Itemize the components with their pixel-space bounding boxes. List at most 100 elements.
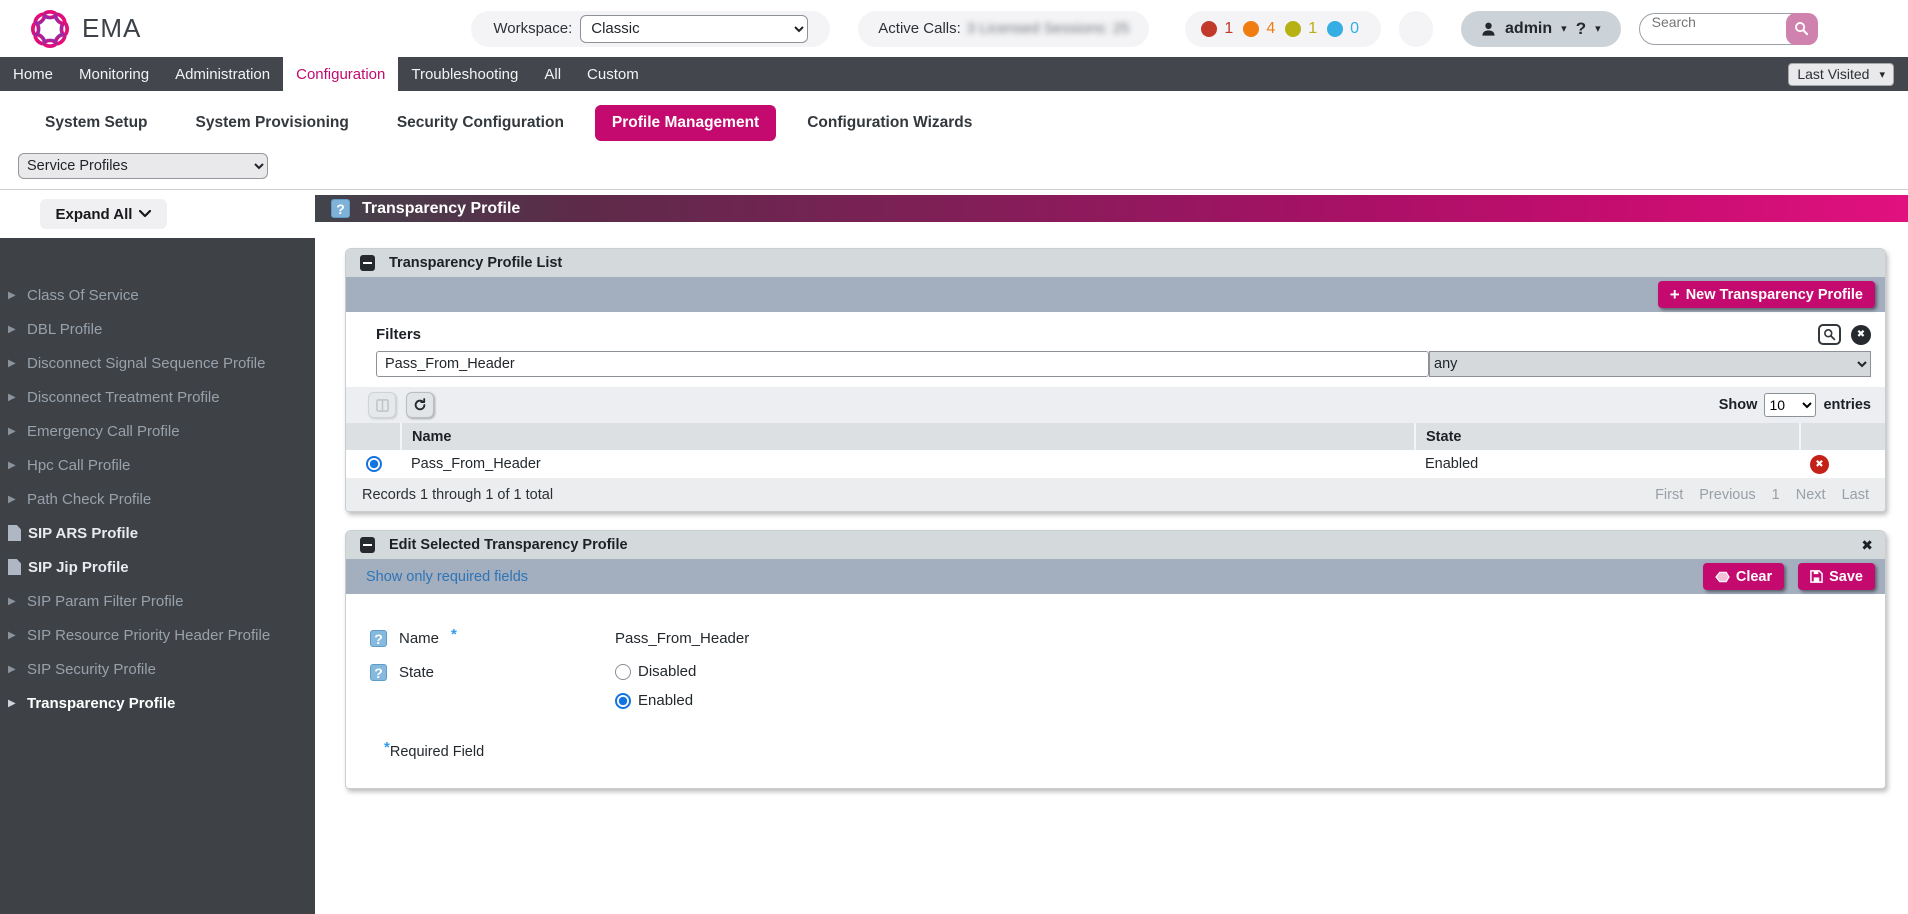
search-button[interactable] [1786, 13, 1818, 45]
page-help-icon[interactable]: ? [331, 199, 350, 218]
collapse-panel-icon[interactable] [360, 537, 375, 553]
tree-arrow-icon: ▶ [8, 460, 27, 471]
table-row[interactable]: Pass_From_Header Enabled ✖ [346, 450, 1885, 478]
sidebar-item-class-of-service[interactable]: ▶Class Of Service [0, 278, 315, 312]
collapse-panel-icon[interactable] [360, 255, 375, 271]
expand-all-button[interactable]: Expand All [40, 199, 167, 229]
sidebar-item-disconnect-treatment-profile[interactable]: ▶Disconnect Treatment Profile [0, 380, 315, 414]
main-content: ? Transparency Profile Transparency Prof… [315, 190, 1908, 914]
sidebar: Expand All ▶Class Of Service ▶DBL Profil… [0, 190, 315, 914]
edit-panel-header: Edit Selected Transparency Profile ✖ [346, 531, 1885, 559]
filters-row: Filters ✖ [346, 312, 1885, 345]
tree-arrow-icon: ▶ [8, 664, 27, 675]
new-transparency-profile-button[interactable]: + New Transparency Profile [1658, 281, 1875, 308]
help-icon[interactable]: ? [1576, 19, 1586, 39]
subnav-system-setup[interactable]: System Setup [28, 105, 165, 141]
sidebar-item-disconnect-signal-sequence-profile[interactable]: ▶Disconnect Signal Sequence Profile [0, 346, 315, 380]
nav-item-troubleshooting[interactable]: Troubleshooting [398, 57, 531, 91]
pagination: First Previous 1 Next Last [1655, 487, 1869, 503]
tree-arrow-icon: ▶ [8, 358, 27, 369]
list-panel-title: Transparency Profile List [389, 255, 562, 271]
help-chevron-down-icon[interactable]: ▾ [1595, 22, 1601, 35]
pagination-page-1[interactable]: 1 [1772, 487, 1780, 503]
info-alarm-icon[interactable] [1327, 21, 1343, 37]
pagination-previous[interactable]: Previous [1699, 487, 1755, 503]
major-alarm-icon[interactable] [1243, 21, 1259, 37]
close-panel-icon[interactable]: ✖ [1861, 537, 1873, 554]
profile-category-select[interactable]: Service Profiles [18, 153, 268, 179]
list-panel-toolbar-band: + New Transparency Profile [346, 277, 1885, 312]
row-select-radio[interactable] [366, 456, 382, 472]
name-field-label: Name [399, 630, 439, 647]
columns-icon [376, 399, 389, 412]
subnav-profile-management[interactable]: Profile Management [595, 105, 776, 141]
clear-button[interactable]: Clear [1703, 563, 1784, 590]
plus-icon: + [1670, 285, 1680, 305]
required-asterisk: * [384, 739, 390, 756]
sidebar-item-path-check-profile[interactable]: ▶Path Check Profile [0, 482, 315, 516]
nav-item-monitoring[interactable]: Monitoring [66, 57, 162, 91]
column-settings-button[interactable] [368, 392, 396, 418]
header-spacer-pill [1399, 11, 1433, 47]
nav-item-administration[interactable]: Administration [162, 57, 283, 91]
last-visited-dropdown[interactable]: Last Visited ▾ [1788, 63, 1894, 86]
state-enabled-radio[interactable] [615, 693, 631, 709]
profile-category-row: Service Profiles [0, 151, 1908, 190]
pagination-next[interactable]: Next [1796, 487, 1826, 503]
show-required-fields-link[interactable]: Show only required fields [366, 569, 528, 585]
sidebar-item-sip-jip-profile[interactable]: SIP Jip Profile [0, 550, 315, 584]
configuration-subnav: System Setup System Provisioning Securit… [0, 91, 1908, 151]
tree-arrow-icon: ▶ [8, 630, 27, 641]
sidebar-item-sip-security-profile[interactable]: ▶SIP Security Profile [0, 652, 315, 686]
nav-item-home[interactable]: Home [0, 57, 66, 91]
sidebar-item-dbl-profile[interactable]: ▶DBL Profile [0, 312, 315, 346]
pagination-first[interactable]: First [1655, 487, 1683, 503]
select-column-header [346, 423, 401, 450]
page-title-bar: ? Transparency Profile [315, 195, 1908, 222]
sidebar-item-emergency-call-profile[interactable]: ▶Emergency Call Profile [0, 414, 315, 448]
user-chevron-down-icon[interactable]: ▾ [1561, 22, 1567, 35]
state-disabled-radio[interactable] [615, 664, 631, 680]
user-menu[interactable]: admin ▾ ? ▾ [1461, 11, 1621, 47]
name-column-header[interactable]: Name [401, 423, 1415, 450]
nav-item-configuration[interactable]: Configuration [283, 57, 398, 91]
subnav-security-configuration[interactable]: Security Configuration [380, 105, 581, 141]
filter-inputs-row: any [346, 345, 1885, 387]
profile-tree: ▶Class Of Service ▶DBL Profile ▶Disconne… [0, 238, 315, 914]
subnav-configuration-wizards[interactable]: Configuration Wizards [790, 105, 989, 141]
file-icon [8, 559, 21, 575]
filter-text-input[interactable] [376, 351, 1429, 377]
pagination-last[interactable]: Last [1842, 487, 1869, 503]
info-alarm-count: 0 [1350, 20, 1359, 38]
search-input[interactable] [1652, 14, 1772, 30]
apply-filter-button[interactable] [1818, 324, 1841, 345]
filter-match-select[interactable]: any [1429, 351, 1871, 377]
expand-all-label: Expand All [56, 206, 133, 223]
nav-item-custom[interactable]: Custom [574, 57, 652, 91]
edit-panel-toolbar-band: Show only required fields Clear Save [346, 559, 1885, 594]
sidebar-item-transparency-profile[interactable]: ▶Transparency Profile [0, 686, 315, 720]
save-button[interactable]: Save [1798, 563, 1875, 590]
nav-item-all[interactable]: All [531, 57, 574, 91]
field-help-icon[interactable]: ? [370, 630, 387, 647]
user-icon [1481, 21, 1496, 37]
workspace-select[interactable]: Classic [580, 15, 808, 43]
refresh-button[interactable] [406, 392, 434, 418]
critical-alarm-icon[interactable] [1201, 21, 1217, 37]
minor-alarm-icon[interactable] [1285, 21, 1301, 37]
state-disabled-label: Disabled [638, 663, 696, 680]
username-label: admin [1505, 20, 1552, 38]
page-size-select[interactable]: 10 [1764, 393, 1816, 417]
sidebar-item-sip-param-filter-profile[interactable]: ▶SIP Param Filter Profile [0, 584, 315, 618]
last-visited-chevron-icon: ▾ [1879, 68, 1885, 81]
delete-row-icon[interactable]: ✖ [1810, 455, 1829, 474]
clear-filter-icon[interactable]: ✖ [1851, 325, 1871, 345]
subnav-system-provisioning[interactable]: System Provisioning [179, 105, 366, 141]
tree-arrow-icon: ▶ [8, 698, 27, 709]
sidebar-item-sip-resource-priority-header-profile[interactable]: ▶SIP Resource Priority Header Profile [0, 618, 315, 652]
field-help-icon[interactable]: ? [370, 664, 387, 681]
sidebar-item-hpc-call-profile[interactable]: ▶Hpc Call Profile [0, 448, 315, 482]
search-icon [1823, 328, 1836, 341]
state-column-header[interactable]: State [1415, 423, 1800, 450]
sidebar-item-sip-ars-profile[interactable]: SIP ARS Profile [0, 516, 315, 550]
